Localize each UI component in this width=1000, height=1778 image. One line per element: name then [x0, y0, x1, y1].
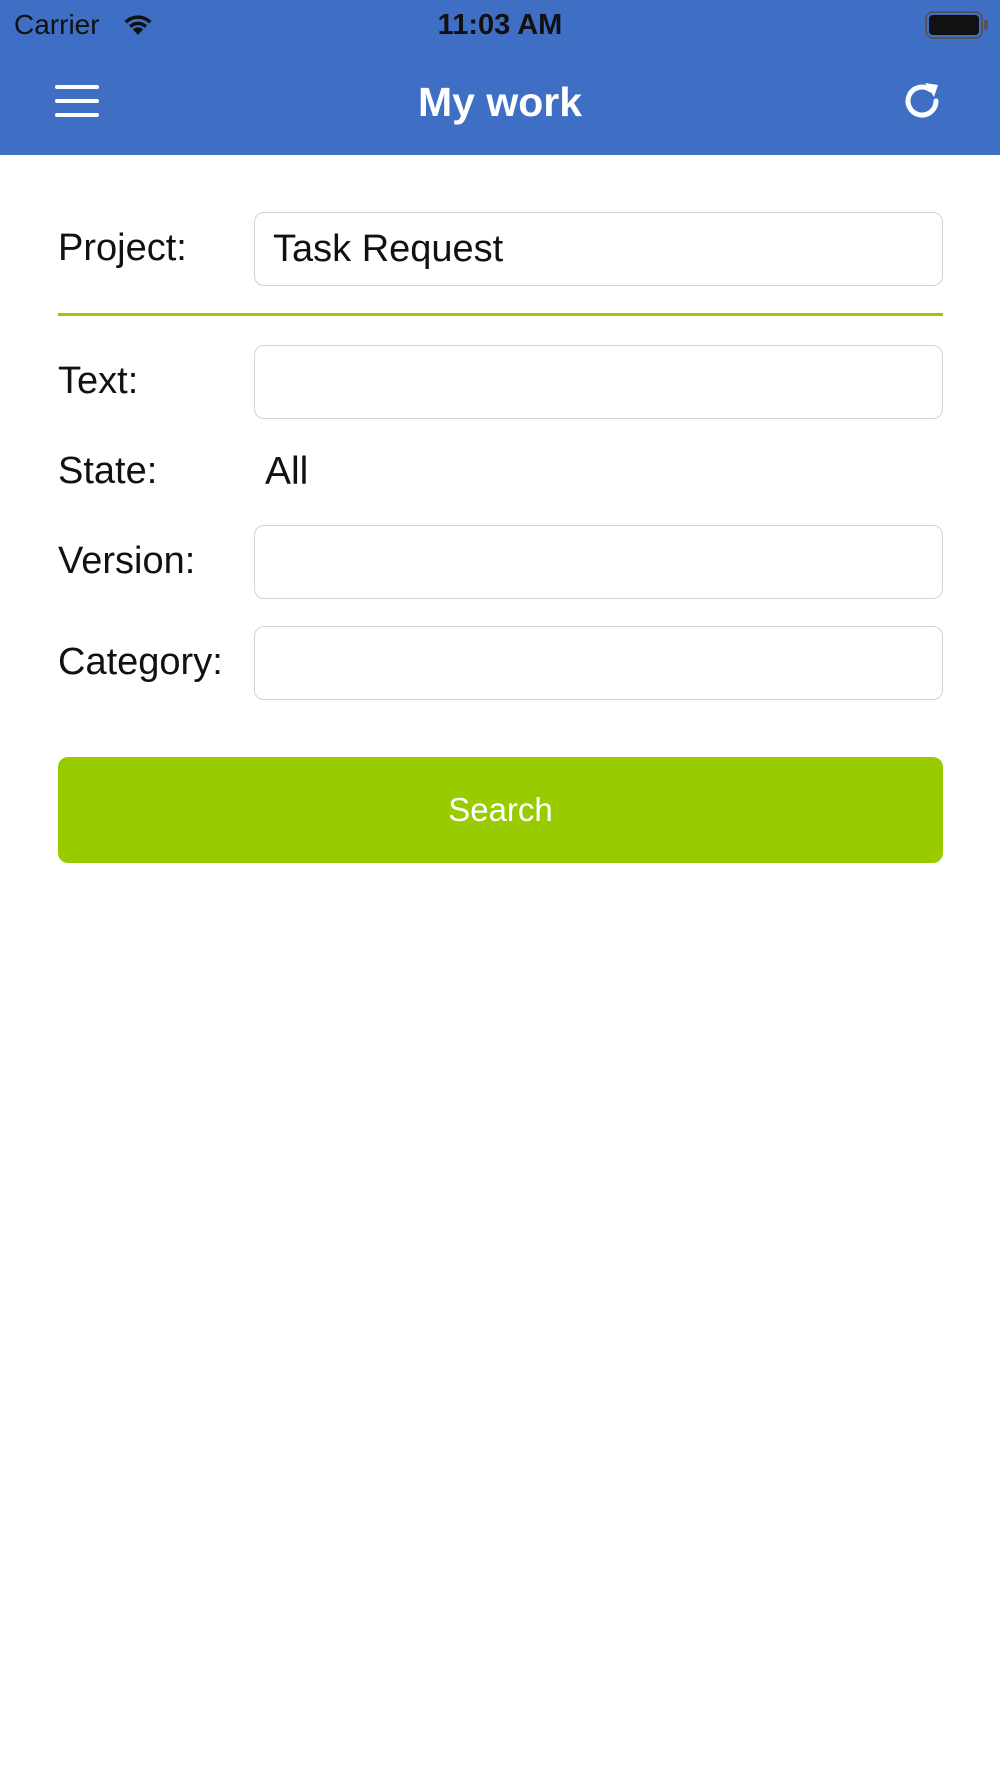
state-selector[interactable]: All	[265, 449, 308, 495]
text-field[interactable]	[254, 345, 943, 419]
status-time: 11:03 AM	[437, 9, 563, 41]
refresh-icon[interactable]	[898, 77, 946, 125]
nav-bar: My work	[0, 50, 1000, 155]
text-label: Text:	[58, 360, 139, 402]
app-header: Carrier 11:03 AM My work	[0, 0, 1000, 155]
version-label: Version:	[58, 540, 196, 582]
project-field[interactable]	[254, 212, 943, 286]
status-bar: Carrier 11:03 AM	[0, 0, 1000, 50]
project-label: Project:	[58, 227, 187, 269]
search-button[interactable]: Search	[58, 757, 943, 863]
app-screen: Carrier 11:03 AM My work Project: Task R…	[0, 0, 1000, 1778]
section-divider	[58, 313, 943, 316]
category-label: Category:	[58, 641, 223, 683]
version-field[interactable]	[254, 525, 943, 599]
category-field[interactable]	[254, 626, 943, 700]
state-label: State:	[58, 450, 158, 492]
battery-icon	[925, 11, 988, 39]
page-title: My work	[417, 79, 583, 125]
